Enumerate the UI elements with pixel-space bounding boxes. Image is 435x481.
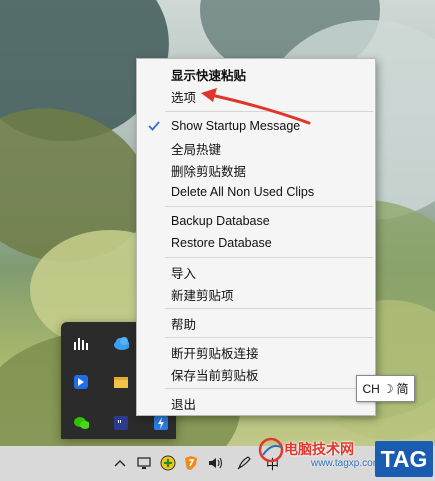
ime-script: 简 bbox=[396, 382, 409, 396]
ime-mode-tooltip: CH ☽ 简 bbox=[356, 375, 415, 402]
show-hidden-icon[interactable] bbox=[114, 455, 126, 471]
quote-app-icon[interactable]: " bbox=[113, 415, 129, 431]
checkmark-icon bbox=[148, 121, 160, 131]
annotation-arrow-icon bbox=[201, 88, 311, 125]
menu-item-delete-clip-data[interactable]: 删除剪贴数据 bbox=[137, 159, 375, 181]
svg-text:": " bbox=[117, 418, 122, 431]
bar-chart-icon[interactable] bbox=[73, 335, 89, 351]
shield-icon[interactable] bbox=[183, 455, 199, 471]
folder-icon[interactable] bbox=[113, 374, 129, 390]
menu-separator bbox=[165, 206, 373, 207]
menu-item-save-current-clipboard[interactable]: 保存当前剪贴板 bbox=[137, 363, 375, 385]
menu-item-label: 新建剪贴项 bbox=[171, 288, 234, 303]
menu-item-backup-database[interactable]: Backup Database bbox=[137, 210, 375, 232]
blue-app-icon[interactable] bbox=[73, 374, 89, 390]
wechat-icon[interactable] bbox=[73, 415, 89, 431]
pen-icon[interactable] bbox=[236, 455, 252, 471]
menu-item-label: 选项 bbox=[171, 90, 197, 105]
menu-item-delete-unused-clips[interactable]: Delete All Non Used Clips bbox=[137, 181, 375, 203]
menu-separator bbox=[165, 388, 373, 389]
menu-item-label: 显示快速粘贴 bbox=[171, 68, 247, 83]
menu-item-label: Backup Database bbox=[171, 214, 270, 228]
menu-item-restore-database[interactable]: Restore Database bbox=[137, 232, 375, 254]
menu-item-label: Delete All Non Used Clips bbox=[171, 185, 315, 199]
menu-item-import[interactable]: 导入 bbox=[137, 261, 375, 283]
lightning-icon[interactable] bbox=[153, 415, 169, 431]
menu-item-label: Restore Database bbox=[171, 236, 272, 250]
menu-item-label: 退出 bbox=[171, 397, 197, 412]
cloud-icon[interactable] bbox=[113, 335, 129, 351]
menu-item-disconnect-clipboard[interactable]: 断开剪贴板连接 bbox=[137, 341, 375, 363]
menu-item-label: 全局热键 bbox=[171, 142, 222, 157]
watermark-logo-icon bbox=[258, 437, 284, 463]
menu-item-help[interactable]: 帮助 bbox=[137, 312, 375, 334]
menu-item-label: 保存当前剪贴板 bbox=[171, 368, 259, 383]
menu-item-new-clip[interactable]: 新建剪贴项 bbox=[137, 283, 375, 305]
plus-app-icon[interactable] bbox=[160, 455, 176, 471]
menu-item-label: 断开剪贴板连接 bbox=[171, 346, 259, 361]
moon-icon: ☽ bbox=[382, 381, 394, 396]
network-icon[interactable] bbox=[136, 455, 152, 471]
menu-item-exit[interactable]: 退出 bbox=[137, 392, 375, 414]
watermark-tag: TAG bbox=[375, 441, 433, 477]
ime-lang: CH bbox=[362, 381, 380, 396]
menu-item-label: 帮助 bbox=[171, 317, 197, 332]
menu-item-global-hotkeys[interactable]: 全局热键 bbox=[137, 137, 375, 159]
volume-icon[interactable] bbox=[207, 455, 225, 471]
watermark-site-name: 电脑技术网 bbox=[284, 441, 354, 457]
menu-separator bbox=[165, 337, 373, 338]
menu-item-label: 删除剪贴数据 bbox=[171, 164, 247, 179]
menu-separator bbox=[165, 308, 373, 309]
menu-item-label: 导入 bbox=[171, 266, 197, 281]
menu-item-show-quick-paste[interactable]: 显示快速粘贴 bbox=[137, 63, 375, 85]
watermark-url: www.tagxp.com bbox=[311, 458, 382, 469]
menu-separator bbox=[165, 257, 373, 258]
